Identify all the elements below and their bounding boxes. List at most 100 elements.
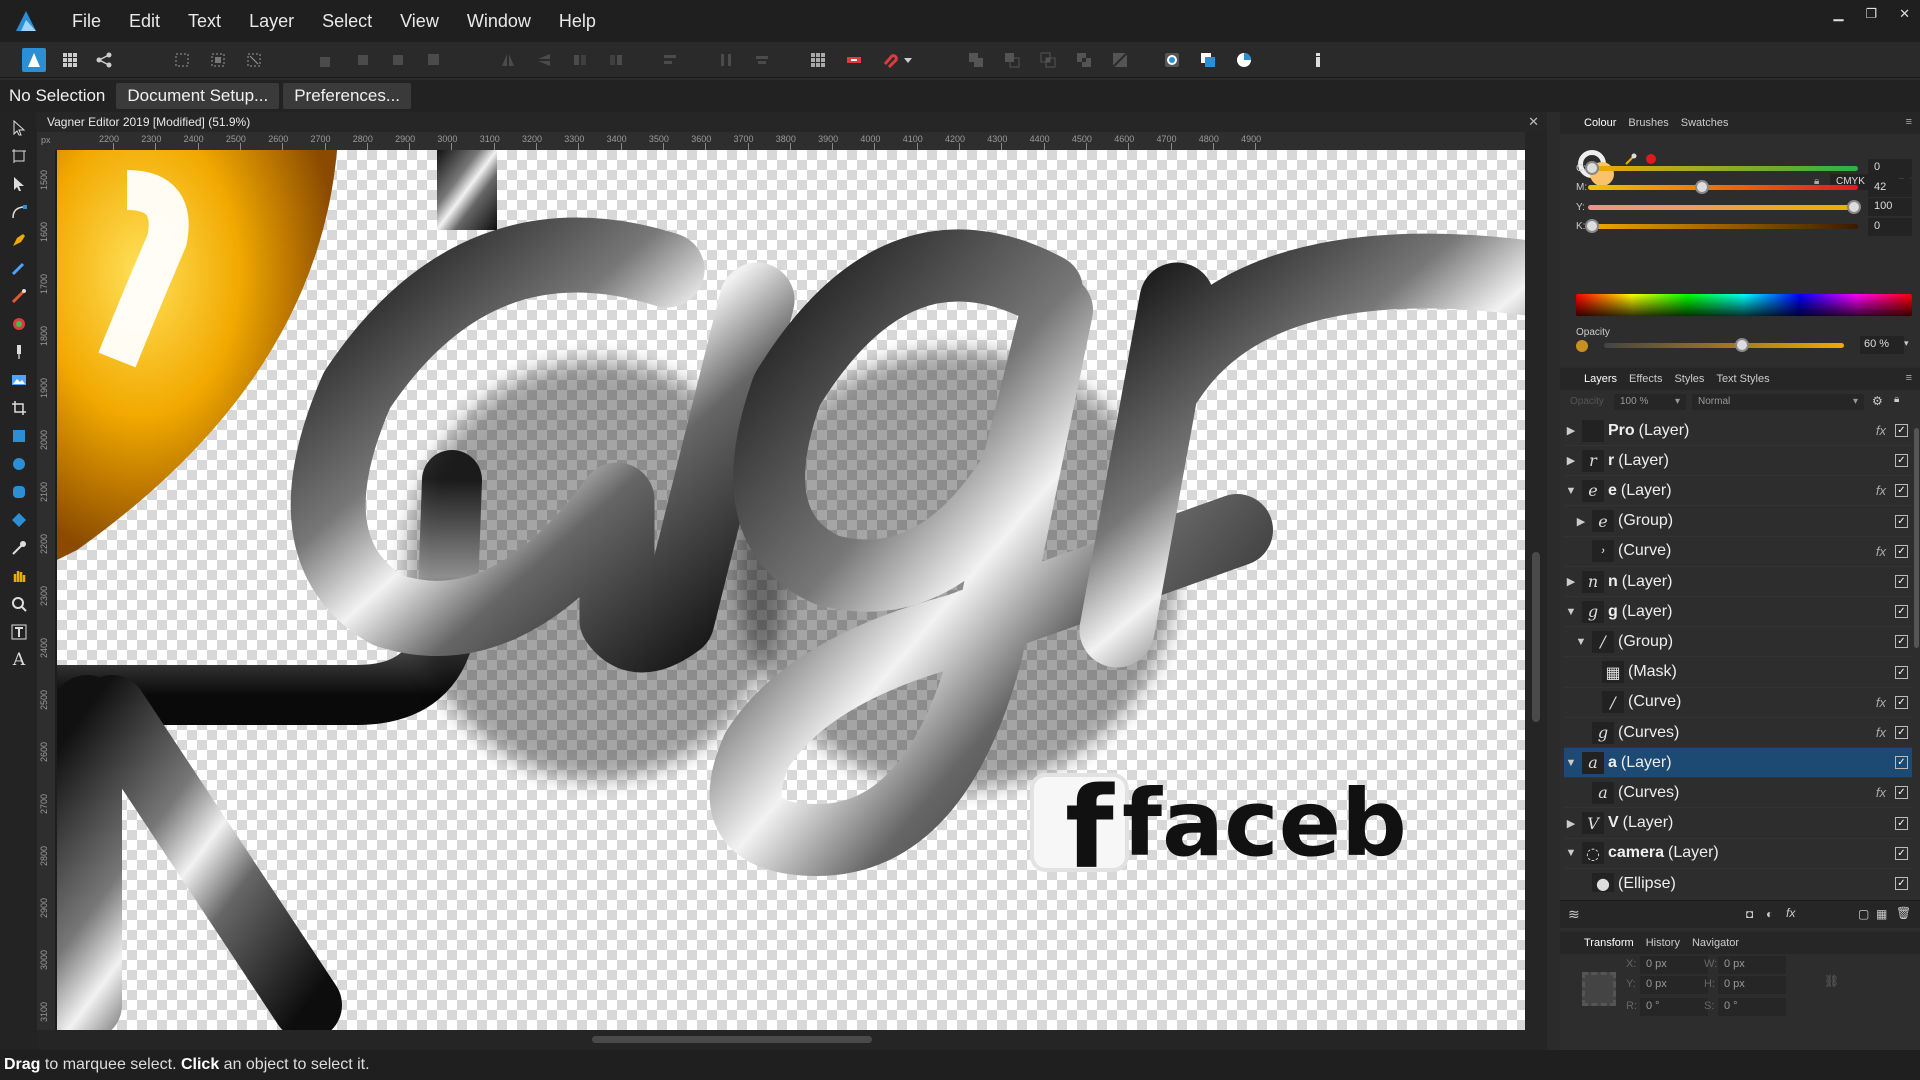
- slider-knob[interactable]: [1585, 160, 1599, 175]
- node-tool-icon[interactable]: [9, 174, 29, 194]
- close-window-icon[interactable]: ✕: [1899, 6, 1910, 22]
- pixel-persona-icon[interactable]: [58, 48, 82, 72]
- shapes-tool-icon[interactable]: [9, 510, 29, 530]
- boolean-intersect-icon[interactable]: [1036, 48, 1060, 72]
- layer-visibility-checkbox[interactable]: ✓: [1895, 877, 1908, 890]
- layer-row[interactable]: ▶ r r (Layer) ✓: [1564, 446, 1912, 477]
- artwork-canvas[interactable]: f faceb: [57, 150, 1543, 1030]
- expand-arrow-icon[interactable]: ▶: [1574, 515, 1588, 528]
- restore-icon[interactable]: ❐: [1865, 6, 1877, 22]
- menu-file[interactable]: File: [58, 0, 115, 42]
- layers-stack-icon[interactable]: ≋: [1568, 906, 1580, 923]
- insert-top-icon[interactable]: [1232, 48, 1256, 72]
- slider-track[interactable]: [1585, 160, 1858, 175]
- layer-row[interactable]: ▼ a a (Layer) ✓: [1564, 748, 1912, 779]
- layer-visibility-checkbox[interactable]: ✓: [1895, 846, 1908, 860]
- fill-tool-icon[interactable]: [9, 314, 29, 334]
- slider-track[interactable]: [1588, 180, 1858, 195]
- menu-layer[interactable]: Layer: [235, 0, 308, 42]
- expand-arrow-icon[interactable]: ▶: [1564, 424, 1578, 437]
- menu-view[interactable]: View: [386, 0, 453, 42]
- layers-tab-effects[interactable]: Effects: [1629, 373, 1662, 385]
- select-inverse-icon[interactable]: [206, 48, 230, 72]
- transform-tab-history[interactable]: History: [1646, 937, 1680, 949]
- anchor-selector-icon[interactable]: [1582, 972, 1616, 1006]
- layer-fx-icon[interactable]: fx: [1876, 725, 1886, 740]
- move-tool-icon[interactable]: [9, 118, 29, 138]
- menu-select[interactable]: Select: [308, 0, 386, 42]
- artboard-tool-icon[interactable]: [9, 146, 29, 166]
- layers-tab-text-styles[interactable]: Text Styles: [1716, 373, 1769, 385]
- affinity-designer-logo-icon[interactable]: [12, 8, 40, 34]
- layer-row[interactable]: ▼ ◌ camera (Layer) ✓: [1564, 839, 1912, 869]
- layers-scroll-thumb[interactable]: [1914, 428, 1919, 648]
- snapping-magnet-icon[interactable]: [878, 48, 902, 72]
- layer-row[interactable]: ▶ Pro (Layer) fx ✓: [1564, 416, 1912, 446]
- menu-help[interactable]: Help: [545, 0, 610, 42]
- layer-row[interactable]: ▼ g g (Layer) ✓: [1564, 597, 1912, 628]
- collapse-arrow-icon[interactable]: ▼: [1574, 636, 1588, 648]
- horizontal-scrollbar[interactable]: [37, 1030, 1547, 1050]
- snapping-dropdown-icon[interactable]: [902, 48, 914, 72]
- blend-mode-select[interactable]: Normal ▾: [1692, 394, 1864, 410]
- add-mask-icon[interactable]: ◘: [1746, 907, 1753, 921]
- opacity-value[interactable]: 60 %: [1860, 336, 1904, 354]
- arrange-back-icon[interactable]: [314, 48, 338, 72]
- zoom-tool-icon[interactable]: [9, 594, 29, 614]
- slider-track[interactable]: [1588, 199, 1861, 214]
- expand-arrow-icon[interactable]: ▶: [1564, 817, 1578, 830]
- arrange-forward-icon[interactable]: [386, 48, 410, 72]
- layer-fx-icon[interactable]: fx: [1876, 695, 1886, 710]
- rotate-right-icon[interactable]: [604, 48, 628, 72]
- transform-field[interactable]: 0 px: [1718, 956, 1786, 974]
- layer-fx-icon[interactable]: fx: [1876, 483, 1886, 498]
- transparency-tool-icon[interactable]: [9, 342, 29, 362]
- slider-knob[interactable]: [1695, 180, 1710, 195]
- layer-visibility-checkbox[interactable]: ✓: [1895, 756, 1908, 770]
- color-picker-tool-icon[interactable]: [9, 538, 29, 558]
- document-setup-button[interactable]: Document Setup...: [116, 83, 280, 109]
- layer-visibility-checkbox[interactable]: ✓: [1895, 514, 1908, 528]
- slider-value[interactable]: 0: [1868, 217, 1912, 236]
- collapse-arrow-icon[interactable]: ▼: [1564, 847, 1578, 859]
- layer-opacity-field[interactable]: 100 % ▾: [1614, 394, 1686, 410]
- layer-fx-icon[interactable]: fx: [1876, 423, 1886, 438]
- boolean-add-icon[interactable]: [964, 48, 988, 72]
- layer-visibility-checkbox[interactable]: ✓: [1895, 695, 1908, 709]
- menu-text[interactable]: Text: [174, 0, 235, 42]
- layer-row[interactable]: / (Curve) fx ✓: [1564, 688, 1912, 718]
- place-image-tool-icon[interactable]: [9, 370, 29, 390]
- colour-spectrum[interactable]: [1576, 294, 1912, 316]
- layer-visibility-checkbox[interactable]: ✓: [1895, 665, 1908, 679]
- slider-knob[interactable]: [1847, 199, 1861, 214]
- horizontal-ruler[interactable]: px 2200 2300 2400 2500 2600 2700 2800 2900 3000 3…: [37, 132, 1543, 150]
- layer-visibility-checkbox[interactable]: ✓: [1895, 816, 1908, 830]
- rotate-left-icon[interactable]: [568, 48, 592, 72]
- layer-row[interactable]: ▶ n n (Layer) ✓: [1564, 567, 1912, 597]
- artistic-text-tool-icon[interactable]: A: [9, 650, 29, 670]
- vertical-scroll-thumb[interactable]: [1532, 552, 1540, 722]
- expand-arrow-icon[interactable]: ▶: [1564, 575, 1578, 588]
- layer-row[interactable]: ˒ (Curve) fx ✓: [1564, 537, 1912, 567]
- transform-field[interactable]: 0 px: [1640, 956, 1708, 974]
- document-tab[interactable]: Vagner Editor 2019 [Modified] (51.9%) ✕: [37, 112, 1547, 132]
- distribute-icon[interactable]: [714, 48, 738, 72]
- colour-tab-colour[interactable]: Colour: [1584, 117, 1616, 129]
- transform-tab-transform[interactable]: Transform: [1584, 937, 1634, 949]
- layer-fx-icon[interactable]: fx: [1876, 544, 1886, 559]
- layer-row[interactable]: ▼ e e (Layer) fx ✓: [1564, 476, 1912, 507]
- insert-inside-icon[interactable]: [1160, 48, 1184, 72]
- layer-row[interactable]: g (Curves) fx ✓: [1564, 718, 1912, 748]
- transform-field[interactable]: 0 px: [1640, 976, 1708, 994]
- flip-horizontal-icon[interactable]: [496, 48, 520, 72]
- vertical-ruler[interactable]: 1500 1600 1700 1800 1900 2000 2100 2200 2300 2400…: [37, 150, 55, 1030]
- slider-value[interactable]: 100: [1868, 198, 1912, 217]
- assistant-options-icon[interactable]: [1306, 48, 1330, 72]
- transform-tab-navigator[interactable]: Navigator: [1692, 937, 1739, 949]
- link-aspect-icon[interactable]: ⛓: [1824, 974, 1839, 988]
- transform-field[interactable]: 0 °: [1640, 998, 1708, 1016]
- menu-edit[interactable]: Edit: [115, 0, 174, 42]
- ellipse-tool-icon[interactable]: [9, 454, 29, 474]
- crop-tool-icon[interactable]: [9, 398, 29, 418]
- layer-row[interactable]: ● (Ellipse) ✓: [1564, 869, 1912, 892]
